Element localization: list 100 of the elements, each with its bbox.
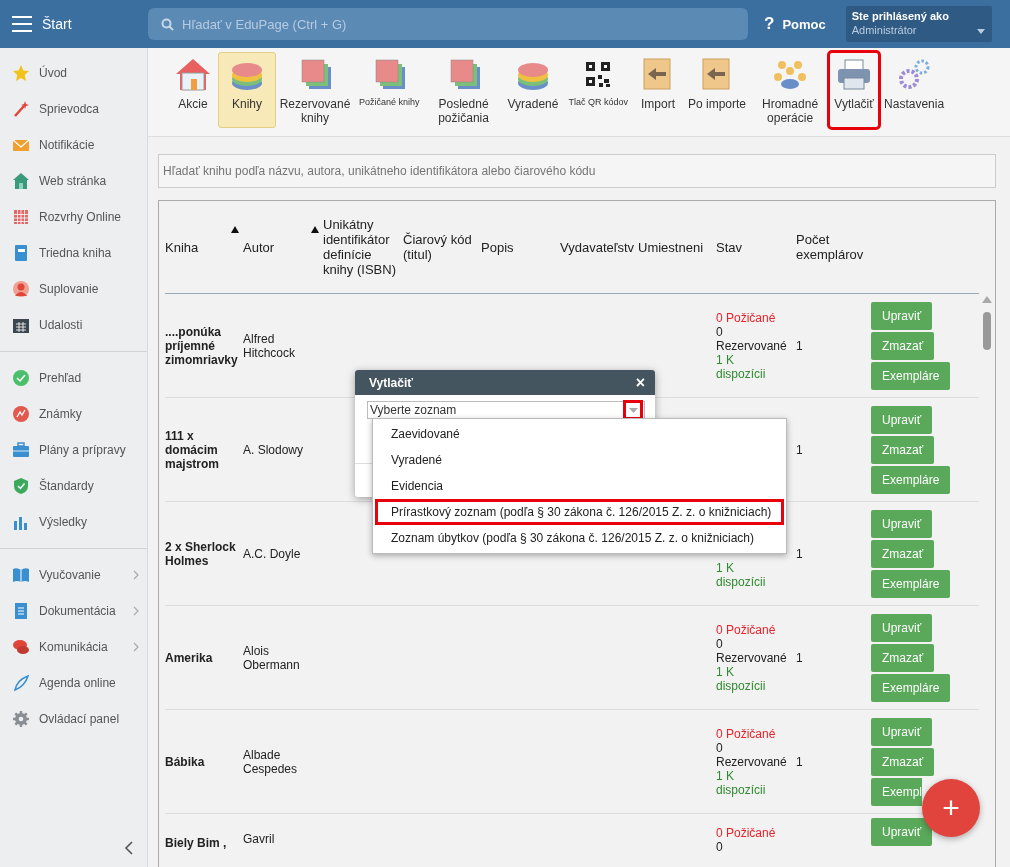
column-header[interactable]: Čiarový kód (titul) xyxy=(403,232,481,262)
dropdown-option[interactable]: Vyradené xyxy=(375,447,784,473)
book-title: 2 x Sherlock Holmes xyxy=(165,539,237,568)
column-header[interactable]: Umiestneni xyxy=(638,239,704,255)
author-cell-text: Albade Cespedes xyxy=(243,747,299,776)
dropdown-option[interactable]: Evidencia xyxy=(375,473,784,499)
author-cell-text: A.C. Doyle xyxy=(243,546,302,561)
count-cell: 1 xyxy=(796,546,803,561)
search-field[interactable]: Hľadať v EduPage (Ctrl + G) xyxy=(148,8,748,40)
column-header[interactable]: Kniha xyxy=(165,239,199,255)
count-cell: 1 xyxy=(796,442,803,457)
status-text: 0 Požičané xyxy=(716,622,777,637)
book-title: Amerika xyxy=(165,650,214,665)
author-cell-text: Alois Obermann xyxy=(243,643,301,672)
sidebar-item[interactable]: Výsledky xyxy=(0,504,147,540)
sort-arrow-icon[interactable] xyxy=(231,225,239,233)
wand-icon xyxy=(12,100,30,118)
chart-circle-icon xyxy=(12,405,30,423)
sidebar-item[interactable]: Komunikácia xyxy=(0,629,147,665)
book-title: Biely Bim , xyxy=(165,836,228,850)
sidebar-item[interactable]: Suplovanie xyxy=(0,271,147,307)
toolbar-button[interactable]: Vyradené xyxy=(502,52,564,128)
book-title: ....ponúka príjemné zimomriavky xyxy=(165,324,239,367)
toolbar-button[interactable]: Vytlačiť xyxy=(829,52,880,128)
author-cell-text: Alfred Hitchcock xyxy=(243,331,296,360)
calendar-icon xyxy=(12,316,30,334)
sidebar-item[interactable]: Dokumentácia xyxy=(0,593,147,629)
sidebar-item[interactable]: Úvod xyxy=(0,55,147,91)
sidebar-item[interactable]: Triedna kniha xyxy=(0,235,147,271)
star-icon xyxy=(12,64,30,82)
person-icon xyxy=(12,280,30,298)
gear-icon xyxy=(12,710,30,728)
sidebar-item[interactable]: Rozvrhy Online xyxy=(0,199,147,235)
column-header[interactable]: Vydavateľstv xyxy=(560,239,635,255)
status-text: 0 Požičané xyxy=(716,310,777,325)
sidebar-item[interactable]: Štandardy xyxy=(0,468,147,504)
toolbar-button[interactable]: Import xyxy=(633,52,683,128)
grid-icon xyxy=(12,208,30,226)
status-text: 1 K dispozícii xyxy=(716,768,767,797)
close-button[interactable]: × xyxy=(635,373,645,392)
user-menu[interactable]: Ste prihlásený ako Administrátor xyxy=(845,6,992,42)
toolbar-button[interactable]: Hromadné operácie xyxy=(751,52,830,128)
column-header[interactable]: Unikátny identifikátor definície knihy (ISBN) xyxy=(323,217,403,277)
sidebar-item[interactable]: Plány a prípravy xyxy=(0,432,147,468)
help-icon[interactable]: ? xyxy=(764,14,775,34)
document-icon xyxy=(12,602,30,620)
author-cell-text: A. Slodowy xyxy=(243,442,305,457)
toolbar-button[interactable]: Požičané knihy xyxy=(354,52,425,128)
status-text: 1 K dispozícii xyxy=(716,560,767,589)
chat-icon xyxy=(12,638,30,656)
app-title[interactable]: Štart xyxy=(42,16,72,32)
toolbar-button[interactable]: Nastavenia xyxy=(879,52,950,128)
status-text: 1 K dispozícii xyxy=(716,664,767,693)
toolbar-button[interactable]: Rezervované knihy xyxy=(276,52,354,128)
help-link[interactable]: Pomoc xyxy=(782,16,826,32)
column-header[interactable]: Autor xyxy=(243,239,275,255)
house-icon xyxy=(12,172,30,190)
dropdown-option[interactable]: Zoznam úbytkov (podľa § 30 zákona č. 126/2015 Z. z. o knižniciach) xyxy=(375,525,784,551)
sidebar-item[interactable]: Sprievodca xyxy=(0,91,147,127)
book-title: 111 x domácim majstrom xyxy=(165,428,221,471)
sidebar-item[interactable]: Udalosti xyxy=(0,307,147,343)
book-search-field[interactable]: Hľadať knihu podľa názvu, autora, unikátneho identifikátora alebo čiarového kódu xyxy=(158,154,996,188)
search-icon xyxy=(161,18,174,31)
count-cell: 1 xyxy=(796,338,803,353)
menu-icon[interactable] xyxy=(12,16,32,32)
status-text: 0 Požičané xyxy=(716,826,777,840)
caret-icon xyxy=(976,29,985,34)
sidebar-item[interactable]: Známky xyxy=(0,396,147,432)
column-header[interactable]: Počet exemplárov xyxy=(796,232,871,262)
sidebar-item[interactable]: Ovládací panel xyxy=(0,701,147,737)
sort-arrow-icon[interactable] xyxy=(311,225,319,233)
check-circle-icon xyxy=(12,369,30,387)
briefcase-icon xyxy=(12,441,30,459)
toolbar-button[interactable]: Knihy xyxy=(218,52,276,128)
notebook-icon xyxy=(12,244,30,262)
toolbar-button[interactable]: Akcie xyxy=(168,52,218,128)
collapse-icon[interactable] xyxy=(124,841,133,855)
count-cell: 1 xyxy=(796,650,803,665)
column-header[interactable]: Popis xyxy=(481,239,514,255)
book-icon xyxy=(12,566,30,584)
sidebar-item[interactable]: Agenda online xyxy=(0,665,147,701)
status-text: 0 xyxy=(716,840,724,854)
count-cell: 1 xyxy=(796,754,803,769)
sidebar-item[interactable]: Web stránka xyxy=(0,163,147,199)
status-text: 0 Požičané xyxy=(716,726,777,741)
sidebar-item[interactable]: Vyučovanie xyxy=(0,557,147,593)
toolbar-button[interactable]: Po importe xyxy=(683,52,752,128)
status-text: 1 K dispozícii xyxy=(716,352,767,381)
dropdown-option[interactable]: Zaevidované xyxy=(375,421,784,447)
scroll-thumb[interactable] xyxy=(983,312,991,350)
dropdown-option[interactable]: Prírastkový zoznam (podľa § 30 zákona č. 126/2015 Z. z. o knižniciach) xyxy=(375,499,784,525)
toolbar-button[interactable]: Tlač QR kódov xyxy=(563,52,633,128)
sidebar-item[interactable]: Prehľad xyxy=(0,360,147,396)
author-cell-text: Gavril xyxy=(243,832,276,846)
column-header[interactable]: Stav xyxy=(716,239,742,255)
feather-icon xyxy=(12,674,30,692)
book-title: Bábika xyxy=(165,754,206,769)
sidebar-item[interactable]: Notifikácie xyxy=(0,127,147,163)
toolbar-button[interactable]: Posledné požičania xyxy=(424,52,503,128)
dialog-title: Vytlačiť xyxy=(369,375,413,390)
